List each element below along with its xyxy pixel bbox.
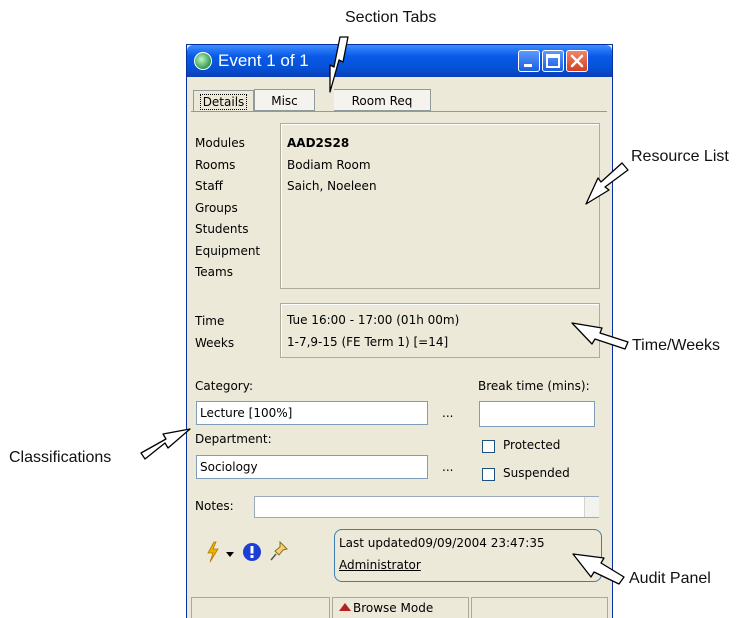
info-icon[interactable] xyxy=(242,542,262,562)
department-field[interactable]: Sociology xyxy=(196,455,428,479)
audit-user-link[interactable]: Administrator xyxy=(339,555,421,577)
tab-misc[interactable]: Misc xyxy=(254,89,315,111)
tab-room-req[interactable]: Room Req xyxy=(334,89,431,111)
break-time-field[interactable] xyxy=(479,401,595,427)
department-browse-button[interactable]: ... xyxy=(442,460,453,474)
arrow-classifications xyxy=(140,428,191,460)
close-icon xyxy=(570,54,584,68)
event-window: Event 1 of 1 Details Misc Room Req Modul… xyxy=(186,44,613,618)
weeks-label: Weeks xyxy=(195,336,235,350)
app-globe-icon xyxy=(194,52,212,70)
suspended-label: Suspended xyxy=(503,466,570,480)
callout-classifications: Classifications xyxy=(9,449,112,466)
callout-audit-panel: Audit Panel xyxy=(629,570,711,587)
notes-scrollbar[interactable] xyxy=(584,497,599,517)
room-value: Bodiam Room xyxy=(287,158,371,172)
modules-label: Modules xyxy=(195,136,245,150)
notes-label: Notes: xyxy=(195,499,234,513)
dropdown-arrow-icon[interactable] xyxy=(225,549,235,559)
maximize-icon xyxy=(546,54,560,68)
staff-value: Saich, Noeleen xyxy=(287,179,377,193)
students-label: Students xyxy=(195,222,249,236)
weeks-value: 1-7,9-15 (FE Term 1) [=14] xyxy=(287,335,449,349)
minimize-icon xyxy=(524,64,532,67)
category-field[interactable]: Lecture [100%] xyxy=(196,401,428,425)
rooms-label: Rooms xyxy=(195,157,236,172)
status-panel-left xyxy=(191,597,330,618)
audit-panel: Last updated09/09/2004 23:47:35 Administ… xyxy=(334,529,602,582)
window-title: Event 1 of 1 xyxy=(218,51,309,70)
groups-label: Groups xyxy=(195,200,238,215)
pin-icon[interactable] xyxy=(269,540,289,562)
time-label: Time xyxy=(195,314,225,328)
lightning-icon[interactable] xyxy=(206,541,220,563)
department-label: Department: xyxy=(195,432,272,446)
module-value: AAD2S28 xyxy=(287,136,350,150)
protected-checkbox[interactable] xyxy=(482,440,495,453)
browse-mode-icon xyxy=(339,603,351,611)
callout-section-tabs: Section Tabs xyxy=(345,9,437,26)
protected-label: Protected xyxy=(503,438,561,452)
tab-panel-border xyxy=(191,111,607,112)
callout-time-weeks: Time/Weeks xyxy=(632,337,721,354)
tab-details[interactable]: Details xyxy=(193,90,254,112)
maximize-button[interactable] xyxy=(542,50,564,72)
equipment-label: Equipment xyxy=(195,243,261,258)
time-value: Tue 16:00 - 17:00 (01h 00m) xyxy=(287,313,460,327)
time-weeks-panel[interactable]: Tue 16:00 - 17:00 (01h 00m) 1-7,9-15 (FE… xyxy=(280,303,600,358)
staff-label: Staff xyxy=(195,179,223,193)
resource-list-panel[interactable]: AAD2S28 Bodiam Room Saich, Noeleen xyxy=(280,123,600,289)
notes-field[interactable] xyxy=(254,496,599,518)
minimize-button[interactable] xyxy=(518,50,540,72)
last-updated-text: Last updated09/09/2004 23:47:35 xyxy=(339,536,545,550)
suspended-checkbox[interactable] xyxy=(482,468,495,481)
status-panel-mode[interactable]: Browse Mode xyxy=(332,597,469,618)
category-browse-button[interactable]: ... xyxy=(442,406,453,420)
title-bar[interactable]: Event 1 of 1 xyxy=(187,45,612,77)
status-panel-right xyxy=(471,597,608,618)
close-button[interactable] xyxy=(566,50,588,72)
callout-resource-list: Resource List xyxy=(631,148,729,165)
break-time-label: Break time (mins): xyxy=(478,379,590,393)
teams-label: Teams xyxy=(195,265,233,279)
category-label: Category: xyxy=(195,379,253,393)
browse-mode-label: Browse Mode xyxy=(353,601,434,615)
